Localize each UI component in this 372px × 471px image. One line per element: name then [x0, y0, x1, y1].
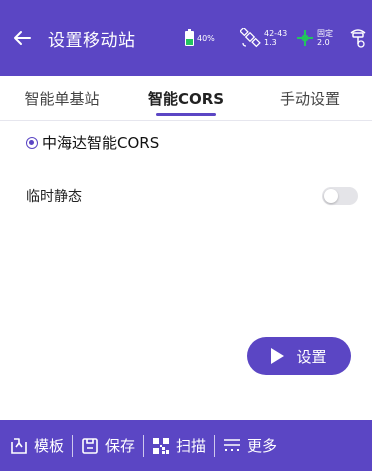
battery-status: 40%: [185, 22, 215, 54]
battery-icon: [185, 28, 194, 46]
receiver-icon: [350, 29, 366, 48]
scan-button[interactable]: 扫描: [152, 420, 206, 471]
more-menu-icon: [223, 438, 241, 454]
radio-button[interactable]: [26, 136, 38, 149]
toolbar-divider: [214, 434, 216, 457]
temp-static-row: 临时静态: [26, 186, 358, 206]
satellite-status: 42-43 1.3: [240, 22, 287, 54]
tab-manual-settings[interactable]: 手动设置: [248, 76, 372, 120]
settings-apply-label: 设置: [296, 347, 327, 366]
toggle-knob: [324, 189, 338, 203]
save-icon: [81, 437, 99, 454]
receiver-status[interactable]: [348, 22, 368, 54]
satellite-pdop: 1.3: [264, 38, 277, 47]
settings-apply-button[interactable]: 设置: [247, 337, 351, 375]
tab-smart-cors[interactable]: 智能CORS: [124, 76, 248, 120]
toolbar-divider: [72, 434, 74, 457]
header-bar: 设置移动站 40% 42-43 1.3 固定 2.0: [0, 0, 372, 76]
tab-bar: 智能单基站 智能CORS 手动设置: [0, 76, 372, 121]
radio-label: 中海达智能CORS: [42, 134, 160, 152]
more-label: 更多: [247, 437, 278, 455]
tab-smart-base[interactable]: 智能单基站: [0, 76, 124, 120]
page-title: 设置移动站: [48, 31, 136, 51]
fix-state: 固定: [317, 29, 333, 38]
scan-label: 扫描: [176, 437, 207, 455]
satellite-icon: [240, 28, 261, 48]
template-button[interactable]: 模板: [10, 420, 64, 471]
app-window: 设置移动站 40% 42-43 1.3 固定 2.0 智能单基站 智能CORS …: [0, 0, 372, 471]
template-label: 模板: [34, 437, 65, 455]
satellite-count: 42-43: [264, 29, 288, 38]
bottom-toolbar: 模板 保存 扫描 更多: [0, 420, 372, 471]
save-button[interactable]: 保存: [81, 420, 135, 471]
crosshair-icon: [297, 30, 313, 46]
play-icon: [271, 348, 285, 364]
temp-static-label: 临时静态: [26, 189, 82, 205]
more-button[interactable]: 更多: [223, 420, 277, 471]
fix-age: 2.0: [317, 38, 330, 47]
battery-percent: 40%: [197, 33, 215, 43]
cors-radio-option[interactable]: 中海达智能CORS: [26, 132, 159, 153]
arrow-left-icon[interactable]: [10, 24, 34, 52]
fix-status: 固定 2.0: [295, 22, 333, 54]
save-label: 保存: [105, 437, 136, 455]
temp-static-toggle[interactable]: [322, 187, 358, 205]
qr-scan-icon: [152, 437, 170, 454]
template-icon: [10, 437, 28, 454]
toolbar-divider: [143, 434, 145, 457]
